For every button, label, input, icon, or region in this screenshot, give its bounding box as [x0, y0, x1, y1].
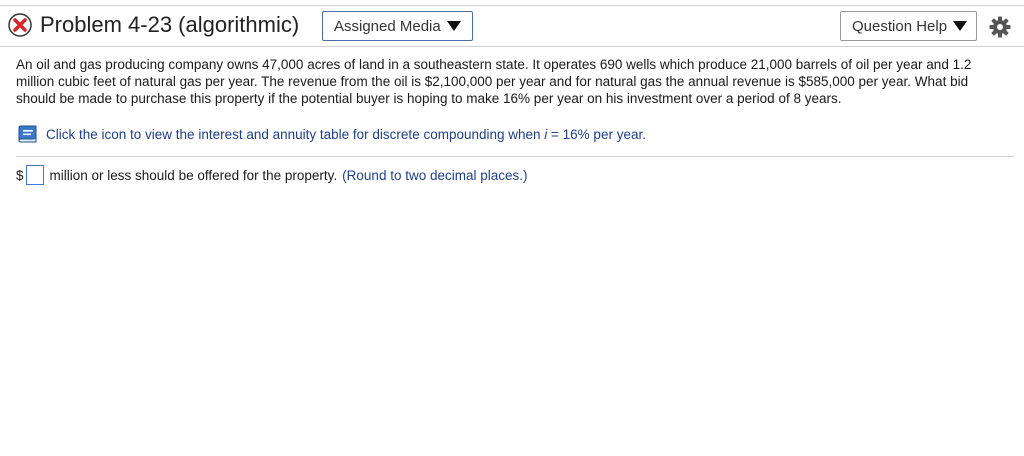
assigned-media-label: Assigned Media — [334, 17, 441, 35]
currency-prefix: $ — [16, 167, 24, 183]
x-circle-icon — [8, 13, 32, 37]
gear-icon[interactable] — [988, 15, 1012, 39]
answer-suffix: million or less should be offered for th… — [49, 167, 338, 183]
book-icon[interactable] — [16, 125, 38, 143]
problem-statement: An oil and gas producing company owns 47… — [16, 57, 972, 106]
link-text-start: Click the icon to view the interest and … — [46, 126, 545, 142]
link-text-end: = 16% per year. — [547, 126, 646, 142]
answer-row: $ million or less should be offered for … — [16, 164, 528, 186]
question-help-button[interactable]: Question Help — [840, 11, 977, 41]
problem-title: Problem 4-23 (algorithmic) — [40, 12, 300, 37]
problem-header: Problem 4-23 (algorithmic) Assigned Medi… — [0, 6, 1024, 47]
caret-down-icon — [446, 21, 461, 31]
answer-input[interactable] — [25, 165, 44, 185]
interest-table-link-row: Click the icon to view the interest and … — [16, 124, 646, 144]
interest-table-link[interactable]: Click the icon to view the interest and … — [46, 127, 646, 142]
caret-down-icon — [953, 21, 968, 31]
question-help-label: Question Help — [852, 17, 948, 35]
divider — [16, 156, 1014, 157]
rounding-hint: (Round to two decimal places.) — [342, 167, 528, 183]
assigned-media-button[interactable]: Assigned Media — [322, 11, 473, 41]
